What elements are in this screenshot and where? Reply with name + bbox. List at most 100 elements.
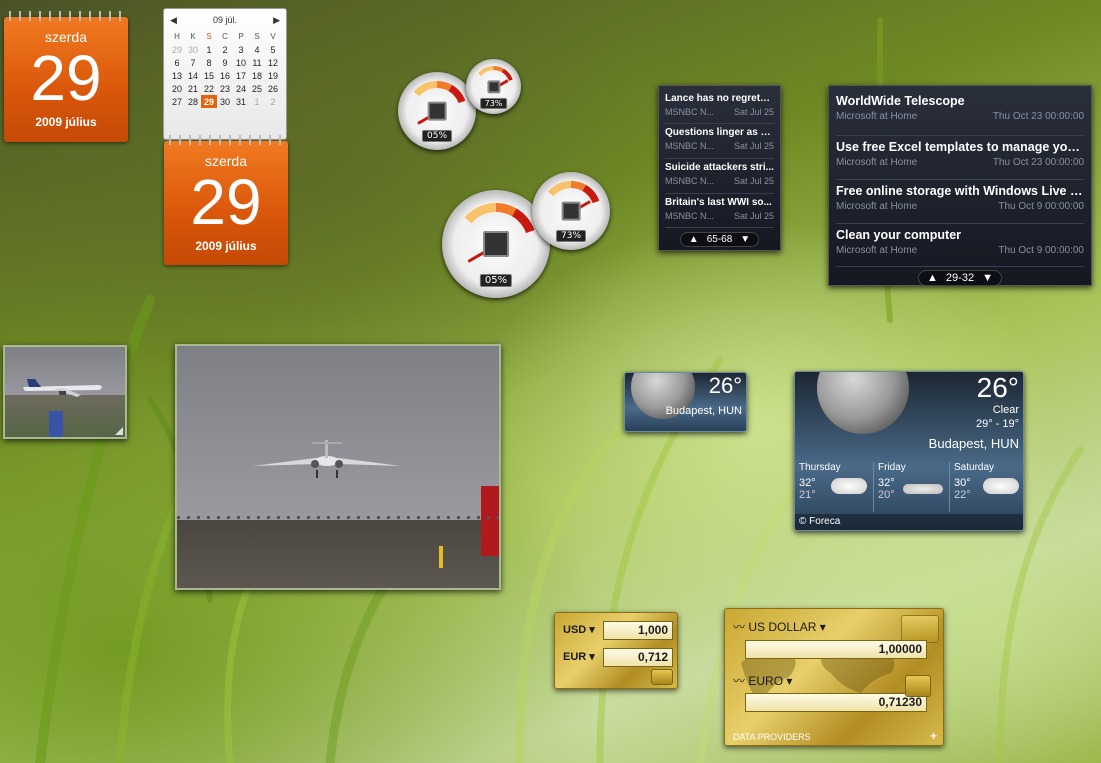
day-cell[interactable]: 17 xyxy=(233,69,249,82)
day-cell[interactable]: 1 xyxy=(249,95,265,108)
weather-credit[interactable]: © Foreca xyxy=(795,514,1023,530)
to-amount-field[interactable]: 0,71230 xyxy=(745,693,927,712)
weekday-header: C xyxy=(222,32,228,41)
day-cell[interactable]: 23 xyxy=(217,82,233,95)
from-currency-name: US DOLLAR xyxy=(748,620,817,634)
prev-month-icon[interactable]: ◀ xyxy=(170,15,177,26)
feed-item-date: Sat Jul 25 xyxy=(733,176,774,186)
day-cell[interactable]: 2 xyxy=(265,95,281,108)
from-currency-select[interactable]: USD ▾ xyxy=(563,623,595,636)
pager-up-icon[interactable]: ▲ xyxy=(927,272,938,284)
feed-item-date: Thu Oct 9 00:00:00 xyxy=(998,201,1084,212)
slideshow-gadget-small[interactable] xyxy=(3,345,127,439)
day-cell[interactable]: 12 xyxy=(265,56,281,69)
weather-gadget-small[interactable]: 26° Budapest, HUN xyxy=(624,372,747,432)
day-cell[interactable]: 19 xyxy=(265,69,281,82)
airplane-photo xyxy=(23,379,102,397)
feed-item[interactable]: Clean your computer Microsoft at Home Thu… xyxy=(836,224,1084,267)
day-cell[interactable]: 18 xyxy=(249,69,265,82)
day-cell[interactable]: 28 xyxy=(185,95,201,108)
feed-item-source: MSNBC N... xyxy=(665,211,715,221)
forecast-day-name: Friday xyxy=(878,462,906,473)
feed-headlines-large[interactable]: WorldWide Telescope Microsoft at Home Thu… xyxy=(828,85,1092,286)
day-cell-today[interactable]: 29 xyxy=(201,95,217,108)
feed-item[interactable]: Suicide attackers stri... MSNBC N... Sat … xyxy=(665,159,774,194)
day-cell[interactable]: 20 xyxy=(169,82,185,95)
weather-gadget-large[interactable]: 26° Clear 29° - 19° Budapest, HUN Thursd… xyxy=(794,371,1024,531)
day-cell[interactable]: 25 xyxy=(249,82,265,95)
month-grid: H K S C P S V 29 30 1 2 3 4 5 6 7 8 9 10… xyxy=(169,30,281,108)
next-month-icon[interactable]: ▶ xyxy=(273,15,280,26)
day-cell[interactable]: 9 xyxy=(217,56,233,69)
from-amount-field[interactable]: 1,000 xyxy=(603,621,673,640)
day-cell[interactable]: 14 xyxy=(185,69,201,82)
day-cell[interactable]: 21 xyxy=(185,82,201,95)
feed-item-title: Britain's last WWI so... xyxy=(665,197,772,208)
calendar-rings xyxy=(4,11,128,21)
day-cell[interactable]: 8 xyxy=(201,56,217,69)
day-cell[interactable]: 5 xyxy=(265,43,281,56)
calendar-day-number: 29 xyxy=(30,42,102,114)
feed-item[interactable]: Use free Excel templates to manage you..… xyxy=(836,136,1084,180)
day-cell[interactable]: 6 xyxy=(169,56,185,69)
day-cell[interactable]: 22 xyxy=(201,82,217,95)
photo-yellow-marker xyxy=(439,546,443,568)
to-currency-select[interactable]: EUR ▾ xyxy=(563,650,595,663)
feed-item[interactable]: Questions linger as P... MSNBC N... Sat J… xyxy=(665,124,774,159)
to-amount-field[interactable]: 0,712 xyxy=(603,648,673,667)
memory-percent: 73% xyxy=(555,230,587,243)
calendar-gadget-day[interactable]: szerda 29 2009 július xyxy=(4,11,128,142)
day-cell[interactable]: 24 xyxy=(233,82,249,95)
weather-condition: Clear xyxy=(992,404,1019,416)
chevron-down-icon: ▾ xyxy=(786,674,793,688)
to-currency-select[interactable]: 〰 EURO ▾ xyxy=(733,672,792,689)
pager-down-icon[interactable]: ▼ xyxy=(740,234,750,245)
resize-handle-icon[interactable] xyxy=(115,427,123,435)
weekday-header: S xyxy=(254,32,260,41)
day-cell[interactable]: 30 xyxy=(185,43,201,56)
photo-ground xyxy=(177,520,499,588)
cloud-icon xyxy=(903,484,943,494)
day-cell[interactable]: 1 xyxy=(201,43,217,56)
feed-item-source: MSNBC N... xyxy=(665,107,715,117)
photo-sky xyxy=(177,346,499,524)
feed-item[interactable]: WorldWide Telescope Microsoft at Home Thu… xyxy=(836,92,1084,136)
day-cell[interactable]: 16 xyxy=(217,69,233,82)
memory-gauge: 73% xyxy=(466,59,521,114)
currency-gadget-large[interactable]: 〰 US DOLLAR ▾ 1,00000 〰 EURO ▾ 0,71230 D… xyxy=(724,608,944,746)
day-cell[interactable]: 4 xyxy=(249,43,265,56)
feed-item[interactable]: Britain's last WWI so... MSNBC N... Sat J… xyxy=(665,194,774,228)
add-currency-icon[interactable]: + xyxy=(930,729,937,743)
feed-headlines-small[interactable]: Lance has no regrets ... MSNBC N... Sat J… xyxy=(658,85,781,251)
currency-gadget-small[interactable]: USD ▾ 1,000 EUR ▾ 0,712 xyxy=(554,612,678,689)
pager-down-icon[interactable]: ▼ xyxy=(982,272,993,284)
slideshow-gadget-large[interactable] xyxy=(175,344,501,590)
forecast-day: Saturday 30° 22° xyxy=(949,462,1023,512)
weather-location: Budapest, HUN xyxy=(928,436,1019,451)
day-cell[interactable]: 26 xyxy=(265,82,281,95)
feed-item[interactable]: Free online storage with Windows Live S.… xyxy=(836,180,1084,224)
from-amount-field[interactable]: 1,00000 xyxy=(745,640,927,659)
day-cell[interactable]: 13 xyxy=(169,69,185,82)
day-cell[interactable]: 2 xyxy=(217,43,233,56)
pager-up-icon[interactable]: ▲ xyxy=(689,234,699,245)
day-cell[interactable]: 7 xyxy=(185,56,201,69)
day-cell[interactable]: 27 xyxy=(169,95,185,108)
calendar-year-month: 2009 július xyxy=(35,115,97,129)
feed-item[interactable]: Lance has no regrets ... MSNBC N... Sat J… xyxy=(665,90,774,124)
calendar-gadget-month[interactable]: ◀ 09 júl. ▶ H K S C P S V 29 30 1 2 3 4 … xyxy=(163,8,287,140)
day-cell[interactable]: 15 xyxy=(201,69,217,82)
day-cell[interactable]: 31 xyxy=(233,95,249,108)
forecast-day-name: Thursday xyxy=(799,462,841,473)
day-cell[interactable]: 10 xyxy=(233,56,249,69)
day-cell[interactable]: 29 xyxy=(169,43,185,56)
day-cell[interactable]: 3 xyxy=(233,43,249,56)
from-currency-select[interactable]: 〰 US DOLLAR ▾ xyxy=(733,618,826,635)
feed-item-title: Lance has no regrets ... xyxy=(665,93,774,104)
chevron-down-icon: ▾ xyxy=(819,620,826,634)
forecast-day: Friday 32° 20° xyxy=(873,462,947,512)
data-providers-link[interactable]: DATA PROVIDERS xyxy=(733,732,811,742)
day-cell[interactable]: 30 xyxy=(217,95,233,108)
calendar-gadget-day-large[interactable]: szerda 29 2009 július xyxy=(164,135,288,265)
day-cell[interactable]: 11 xyxy=(249,56,265,69)
